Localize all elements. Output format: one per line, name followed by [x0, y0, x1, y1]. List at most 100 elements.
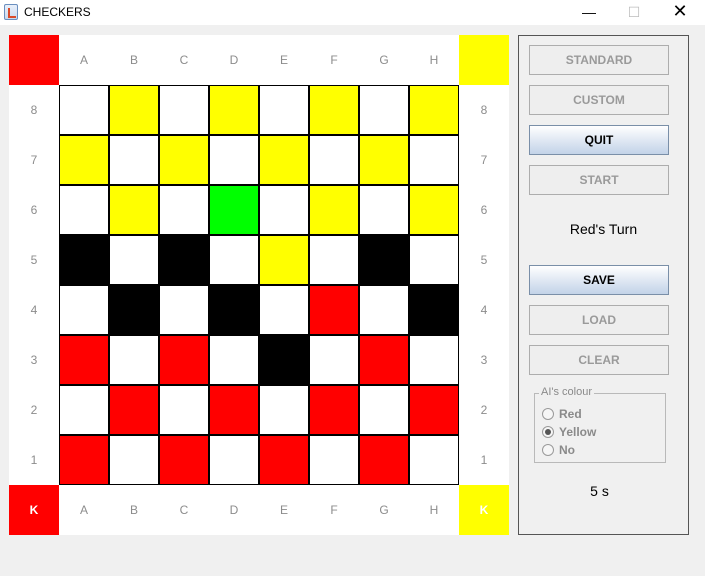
save-button[interactable]: SAVE	[529, 265, 669, 295]
board-square-b4[interactable]	[109, 285, 159, 335]
board-square-d6[interactable]	[209, 185, 259, 235]
board-square-a5[interactable]	[59, 235, 109, 285]
board-square-e7[interactable]	[259, 135, 309, 185]
column-label-top: C	[179, 53, 189, 67]
board-square-h6[interactable]	[409, 185, 459, 235]
board-square-h8[interactable]	[409, 85, 459, 135]
board-square-g8[interactable]	[359, 85, 409, 135]
radio-label: Red	[559, 407, 582, 421]
board-square-c3[interactable]	[159, 335, 209, 385]
radio-button[interactable]	[542, 444, 554, 456]
turn-indicator: Red's Turn	[569, 221, 638, 237]
board-square-h5[interactable]	[409, 235, 459, 285]
column-label-top: D	[229, 53, 239, 67]
board-square-f3[interactable]	[309, 335, 359, 385]
board-square-d2[interactable]	[209, 385, 259, 435]
board-square-f6[interactable]	[309, 185, 359, 235]
row-label-left: 1	[30, 453, 38, 467]
column-label-top: B	[129, 53, 138, 67]
board-square-e4[interactable]	[259, 285, 309, 335]
board-square-c6[interactable]	[159, 185, 209, 235]
board-square-c8[interactable]	[159, 85, 209, 135]
maximize-button[interactable]: ☐	[611, 0, 657, 25]
board-square-g3[interactable]	[359, 335, 409, 385]
board-square-d4[interactable]	[209, 285, 259, 335]
board-square-b6[interactable]	[109, 185, 159, 235]
board-square-a2[interactable]	[59, 385, 109, 435]
radio-button[interactable]	[542, 426, 554, 438]
board-square-d8[interactable]	[209, 85, 259, 135]
board-square-h1[interactable]	[409, 435, 459, 485]
board-square-e2[interactable]	[259, 385, 309, 435]
board-square-h2[interactable]	[409, 385, 459, 435]
board-square-h4[interactable]	[409, 285, 459, 335]
standard-button[interactable]: STANDARD	[529, 45, 669, 75]
board-square-g5[interactable]	[359, 235, 409, 285]
clear-button[interactable]: CLEAR	[529, 345, 669, 375]
row-label-right: 7	[480, 153, 488, 167]
board-square-d5[interactable]	[209, 235, 259, 285]
board-square-a6[interactable]	[59, 185, 109, 235]
column-label-bottom: E	[279, 503, 288, 517]
board-square-a7[interactable]	[59, 135, 109, 185]
board-square-e5[interactable]	[259, 235, 309, 285]
board-square-f5[interactable]	[309, 235, 359, 285]
radio-button[interactable]	[542, 408, 554, 420]
board-square-d1[interactable]	[209, 435, 259, 485]
row-label-left: 2	[30, 403, 38, 417]
board-square-c5[interactable]	[159, 235, 209, 285]
column-label-bottom: H	[429, 503, 439, 517]
column-label-bottom: D	[229, 503, 239, 517]
board-square-f8[interactable]	[309, 85, 359, 135]
quit-button[interactable]: QUIT	[529, 125, 669, 155]
row-label-left: 5	[30, 253, 38, 267]
row-label-left: 3	[30, 353, 38, 367]
board-square-a3[interactable]	[59, 335, 109, 385]
board-square-e6[interactable]	[259, 185, 309, 235]
board-square-e1[interactable]	[259, 435, 309, 485]
board-square-g6[interactable]	[359, 185, 409, 235]
board-square-a4[interactable]	[59, 285, 109, 335]
board-square-f7[interactable]	[309, 135, 359, 185]
board-square-b2[interactable]	[109, 385, 159, 435]
column-label-bottom: B	[129, 503, 138, 517]
minimize-button[interactable]: —	[566, 0, 612, 25]
row-label-right: 2	[480, 403, 488, 417]
board-square-c4[interactable]	[159, 285, 209, 335]
board-square-e8[interactable]	[259, 85, 309, 135]
board-square-c2[interactable]	[159, 385, 209, 435]
custom-button[interactable]: CUSTOM	[529, 85, 669, 115]
start-button[interactable]: START	[529, 165, 669, 195]
board-square-b5[interactable]	[109, 235, 159, 285]
board-square-g7[interactable]	[359, 135, 409, 185]
yellow-king-indicator: K	[459, 485, 509, 535]
board-square-f4[interactable]	[309, 285, 359, 335]
board-square-d7[interactable]	[209, 135, 259, 185]
board-square-b7[interactable]	[109, 135, 159, 185]
board-square-f1[interactable]	[309, 435, 359, 485]
board-square-c7[interactable]	[159, 135, 209, 185]
board-square-e3[interactable]	[259, 335, 309, 385]
load-button[interactable]: LOAD	[529, 305, 669, 335]
board-square-g4[interactable]	[359, 285, 409, 335]
board-square-b8[interactable]	[109, 85, 159, 135]
board-square-g2[interactable]	[359, 385, 409, 435]
board-square-a8[interactable]	[59, 85, 109, 135]
row-label-left: 8	[30, 103, 38, 117]
column-label-top: A	[79, 53, 88, 67]
board-square-b1[interactable]	[109, 435, 159, 485]
java-app-icon	[4, 4, 18, 20]
board-square-h7[interactable]	[409, 135, 459, 185]
row-label-right: 3	[480, 353, 488, 367]
board-square-h3[interactable]	[409, 335, 459, 385]
board-square-g1[interactable]	[359, 435, 409, 485]
board-square-d3[interactable]	[209, 335, 259, 385]
board-square-c1[interactable]	[159, 435, 209, 485]
column-label-top: E	[279, 53, 288, 67]
board-square-a1[interactable]	[59, 435, 109, 485]
column-label-bottom: G	[379, 503, 389, 517]
row-label-right: 4	[480, 303, 488, 317]
board-square-b3[interactable]	[109, 335, 159, 385]
board-square-f2[interactable]	[309, 385, 359, 435]
close-button[interactable]: ✕	[657, 0, 703, 25]
